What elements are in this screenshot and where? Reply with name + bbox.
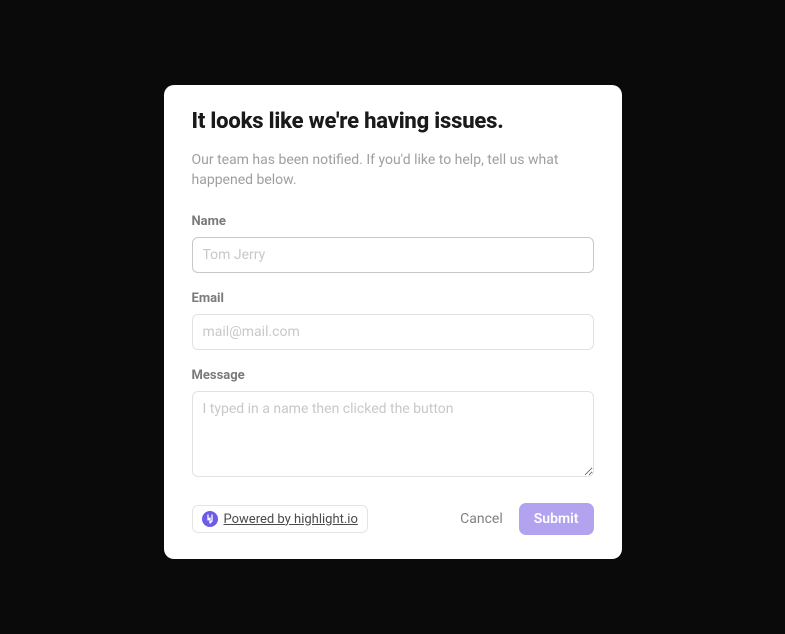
- message-field-group: Message: [192, 368, 594, 481]
- modal-title: It looks like we're having issues.: [192, 109, 594, 134]
- error-report-modal: It looks like we're having issues. Our t…: [164, 85, 622, 560]
- modal-subtitle: Our team has been notified. If you'd lik…: [192, 150, 594, 191]
- name-field-group: Name: [192, 214, 594, 273]
- message-input[interactable]: [192, 391, 594, 477]
- submit-button[interactable]: Submit: [519, 503, 594, 535]
- message-label: Message: [192, 368, 594, 383]
- highlight-logo-icon: [202, 511, 218, 527]
- email-input[interactable]: [192, 314, 594, 350]
- email-field-group: Email: [192, 291, 594, 350]
- email-label: Email: [192, 291, 594, 306]
- powered-by-link[interactable]: Powered by highlight.io: [192, 505, 368, 533]
- name-input[interactable]: [192, 237, 594, 273]
- cancel-button[interactable]: Cancel: [458, 505, 505, 533]
- action-buttons: Cancel Submit: [458, 503, 593, 535]
- name-label: Name: [192, 214, 594, 229]
- modal-footer: Powered by highlight.io Cancel Submit: [192, 503, 594, 535]
- powered-by-text: Powered by highlight.io: [224, 512, 358, 527]
